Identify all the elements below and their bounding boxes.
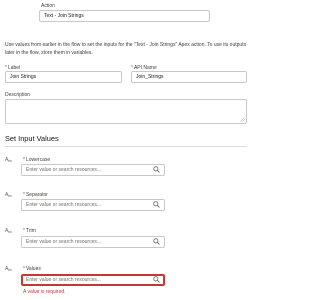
trim-input[interactable]: Enter value or search resources... bbox=[21, 236, 165, 248]
text-type-icon: Abc bbox=[5, 192, 13, 199]
apex-action-editor: Action Text - Join Strings Use values fr… bbox=[0, 0, 252, 300]
description-label: Description bbox=[5, 92, 31, 98]
values-error-message: A value is required. bbox=[23, 289, 66, 295]
section-divider bbox=[5, 146, 247, 147]
text-type-icon: Abc bbox=[5, 157, 13, 164]
search-icon[interactable] bbox=[153, 201, 160, 208]
resize-handle-icon[interactable] bbox=[240, 117, 245, 122]
label-input[interactable]: Join Strings bbox=[5, 71, 122, 83]
intro-text: Use values from earlier in the flow to s… bbox=[5, 42, 247, 56]
action-field[interactable]: Text - Join Strings bbox=[39, 10, 210, 22]
input-label-lowercase: *Lowercase bbox=[23, 157, 51, 163]
search-icon[interactable] bbox=[153, 276, 160, 283]
section-title: Set Input Values bbox=[5, 134, 59, 143]
text-type-icon: Abc bbox=[5, 266, 13, 273]
lowercase-input[interactable]: Enter value or search resources... bbox=[21, 164, 165, 176]
values-input[interactable]: Enter value or search resources... bbox=[21, 274, 165, 286]
input-label-values: *Values bbox=[23, 266, 41, 272]
action-label: Action bbox=[41, 3, 55, 9]
separator-input[interactable]: Enter value or search resources... bbox=[21, 199, 165, 211]
input-label-separator: *Separator bbox=[23, 192, 48, 198]
search-icon[interactable] bbox=[153, 238, 160, 245]
api-name-input[interactable]: Join_Strings bbox=[131, 71, 247, 83]
description-textarea[interactable] bbox=[5, 99, 247, 124]
text-type-icon: Abc bbox=[5, 228, 13, 235]
input-label-trim: *Trim bbox=[23, 228, 36, 234]
search-icon[interactable] bbox=[153, 166, 160, 173]
